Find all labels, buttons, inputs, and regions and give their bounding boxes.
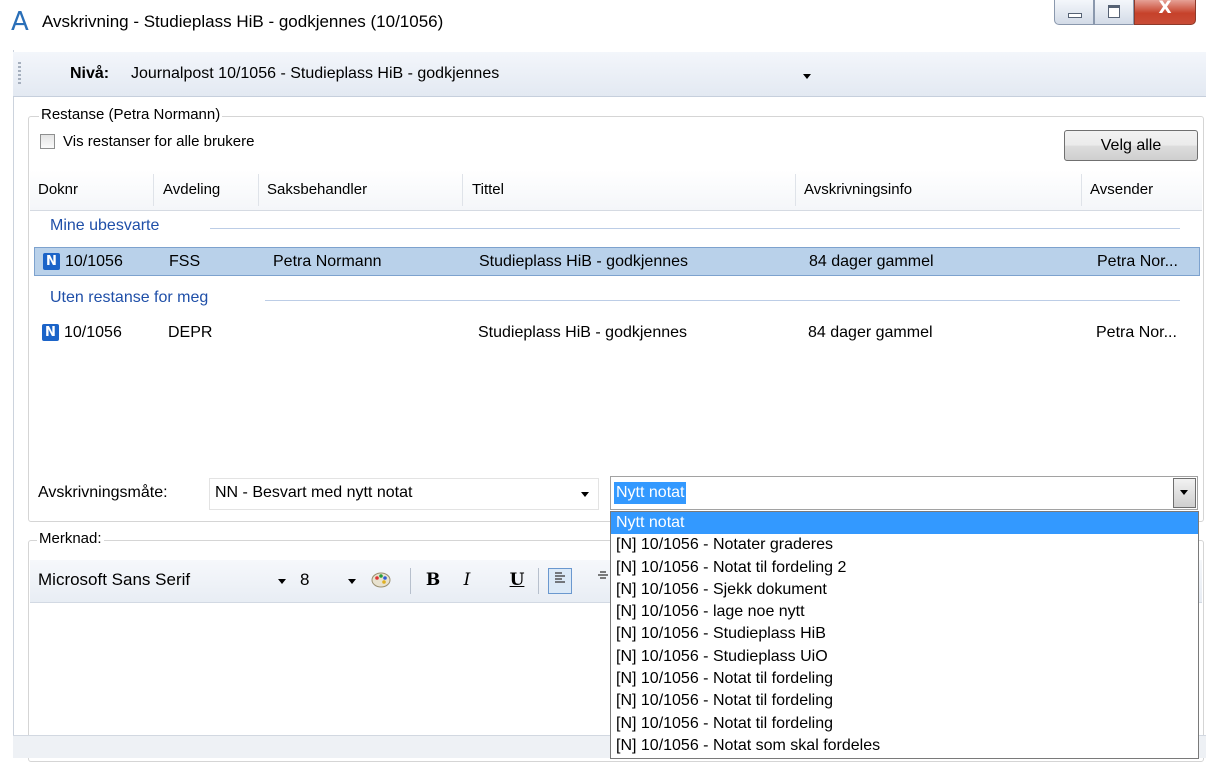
minimize-icon [1068,13,1082,18]
align-left-button[interactable] [548,568,572,594]
level-select-value: Journalpost 10/1056 - Studieplass HiB - … [131,65,500,82]
color-palette-icon[interactable] [370,568,392,592]
italic-button[interactable]: I [456,568,478,592]
chevron-down-icon [1180,490,1188,495]
align-left-icon [555,572,565,583]
select-all-button[interactable]: Velg alle [1064,130,1198,161]
toolbar-grip-icon[interactable] [18,62,21,86]
minimize-button[interactable] [1054,0,1094,25]
dropdown-option[interactable]: Nytt notat [611,512,1198,535]
dropdown-option[interactable]: [N] 10/1056 - Notat til fordeling [611,690,1198,712]
cell-avsender: Petra Nor... [1097,253,1178,270]
note-select-value[interactable]: Nytt notat [614,482,687,504]
note-select[interactable]: Nytt notat [610,476,1198,510]
chevron-down-icon [581,492,589,497]
restanse-list: Doknr Avdeling Saksbehandler Tittel Avsk… [30,170,1202,460]
avskrivningsmate-select[interactable]: NN - Besvart med nytt notat [209,478,599,510]
cell-doknr: 10/1056 [64,324,122,341]
cell-tittel: Studieplass HiB - godkjennes [478,324,688,341]
level-label: Nivå: [70,65,110,82]
dropdown-option[interactable]: [N] 10/1056 - Notat til fordeling 2 [611,557,1198,579]
chevron-down-icon[interactable] [348,579,356,584]
dropdown-option[interactable]: [N] 10/1056 - Notater graderes [611,534,1198,556]
note-type-icon: N [42,324,59,341]
close-button[interactable]: X [1134,0,1196,25]
cell-avskrivningsinfo: 84 dager gammel [808,324,933,341]
column-header-avskrivningsinfo[interactable]: Avskrivningsinfo [804,181,912,198]
list-header: Doknr Avdeling Saksbehandler Tittel Avsk… [30,170,1202,211]
avskrivningsmate-label: Avskrivningsmåte: [38,484,168,501]
dropdown-option[interactable]: [N] 10/1056 - Studieplass HiB [611,623,1198,645]
column-header-avdeling[interactable]: Avdeling [163,181,220,198]
dropdown-option[interactable]: [N] 10/1056 - Studieplass UiO [611,646,1198,668]
column-header-avsender[interactable]: Avsender [1090,181,1153,198]
cell-doknr: 10/1056 [65,253,123,270]
window-controls: X [1054,0,1196,26]
column-header-doknr[interactable]: Doknr [38,181,78,198]
show-all-users-row[interactable]: Vis restanser for alle brukere [40,133,254,150]
table-row[interactable]: N 10/1056 DEPR Studieplass HiB - godkjen… [34,319,1200,348]
font-family-select[interactable]: Microsoft Sans Serif [38,570,190,590]
window-frame-left [0,50,14,757]
align-center-icon [598,571,608,579]
table-row[interactable]: N 10/1056 FSS Petra Normann Studieplass … [34,247,1200,276]
level-select[interactable]: Journalpost 10/1056 - Studieplass HiB - … [125,65,815,87]
dropdown-option[interactable]: [N] 10/1056 - Notat som skal fordeles [611,735,1198,757]
restanse-group-title: Restanse (Petra Normann) [39,106,223,123]
dropdown-option[interactable]: [N] 10/1056 - lage noe nytt [611,601,1198,623]
dropdown-option[interactable]: [N] 10/1056 - Sjekk dokument [611,579,1198,601]
show-all-users-label: Vis restanser for alle brukere [63,133,255,150]
window-title: Avskrivning - Studieplass HiB - godkjenn… [42,12,444,31]
show-all-users-checkbox[interactable] [40,134,55,149]
title-bar: A Avskrivning - Studieplass HiB - godkje… [0,0,1206,50]
font-size-select[interactable]: 8 [300,570,309,590]
column-header-saksbehandler[interactable]: Saksbehandler [267,181,367,198]
column-header-tittel[interactable]: Tittel [472,181,504,198]
cell-avskrivningsinfo: 84 dager gammel [809,253,934,270]
cell-avdeling: FSS [169,253,201,270]
cell-avsender: Petra Nor... [1096,324,1177,341]
cell-saksbehandler: Petra Normann [273,253,382,270]
group-heading-mine-ubesvarte[interactable]: Mine ubesvarte [50,217,159,235]
level-toolbar: Nivå: Journalpost 10/1056 - Studieplass … [13,52,1206,97]
group-heading-uten-restanse[interactable]: Uten restanse for meg [50,289,208,307]
chevron-down-icon [803,74,811,79]
maximize-button[interactable] [1094,0,1134,25]
underline-button[interactable]: U [506,568,528,592]
maximize-icon [1108,5,1120,18]
dropdown-option[interactable]: [N] 10/1056 - Notat til fordeling [611,668,1198,690]
note-type-icon: N [43,253,60,270]
note-select-dropdown-button[interactable] [1173,478,1196,508]
cell-avdeling: DEPR [168,324,213,341]
merknad-title: Merknad: [37,530,104,547]
cell-tittel: Studieplass HiB - godkjennes [479,253,689,270]
dropdown-option[interactable]: [N] 10/1056 - Notat til fordeling [611,713,1198,735]
app-logo-icon: A [11,7,29,37]
avskrivningsmate-value: NN - Besvart med nytt notat [215,484,413,501]
bold-button[interactable]: B [422,568,444,592]
note-dropdown-list[interactable]: Nytt notat [N] 10/1056 - Notater gradere… [610,511,1199,759]
chevron-down-icon[interactable] [278,579,286,584]
close-icon: X [1158,0,1172,18]
